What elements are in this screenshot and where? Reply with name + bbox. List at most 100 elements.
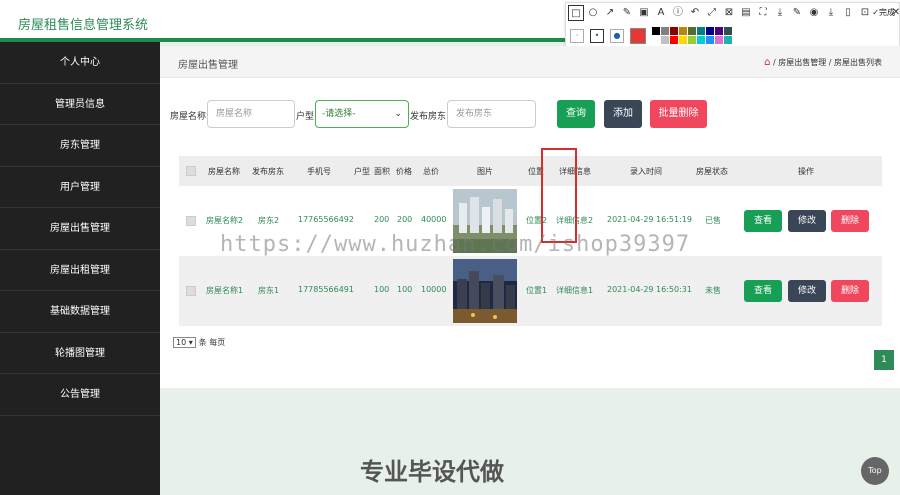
col-header: 面积 — [374, 167, 390, 176]
back-to-top-button[interactable]: Top — [861, 457, 889, 485]
color-swatch[interactable] — [724, 36, 732, 44]
breadcrumb: ⌂ / 房屋出售管理 / 房屋出售列表 — [764, 57, 882, 68]
fullscreen-icon[interactable]: ⛶ — [755, 5, 771, 21]
ellipse-icon[interactable]: ○ — [585, 5, 601, 21]
record-icon[interactable]: ◉ — [806, 5, 822, 21]
color-swatch[interactable] — [688, 27, 696, 35]
page-size-value: 10 — [176, 338, 187, 347]
crop-icon[interactable]: ⊠ — [721, 5, 737, 21]
batch-delete-button[interactable]: 批量删除 — [650, 100, 707, 128]
current-color-swatch[interactable] — [630, 27, 646, 44]
color-swatch[interactable] — [715, 27, 723, 35]
col-header: 手机号 — [307, 167, 331, 176]
done-button[interactable]: ✓完成 — [872, 7, 895, 18]
pagination: 10 ▾ 条 每页 — [173, 337, 225, 348]
pen-icon[interactable]: ✎ — [619, 5, 635, 21]
color-swatch[interactable] — [724, 27, 732, 35]
brush-medium-icon[interactable]: • — [590, 28, 604, 43]
page-size-select[interactable]: 10 ▾ — [173, 337, 196, 348]
col-header: 房屋状态 — [696, 167, 728, 176]
sidebar-item-profile[interactable]: 个人中心 — [0, 42, 160, 84]
info-icon[interactable]: ⓘ — [670, 5, 686, 21]
view-button[interactable]: 查看 — [744, 210, 782, 232]
undo-icon[interactable]: ↶ — [687, 5, 703, 21]
brush-small-icon[interactable]: · — [570, 28, 584, 43]
type-label: 户型 — [296, 112, 315, 122]
select-all-checkbox[interactable] — [186, 166, 196, 176]
pin-icon[interactable]: ⤢ — [704, 5, 720, 21]
delete-button[interactable]: 删除 — [831, 210, 869, 232]
color-swatch[interactable] — [652, 27, 660, 35]
sidebar-item-admin[interactable]: 管理员信息 — [0, 84, 160, 125]
total-price: 10000 — [421, 285, 447, 294]
mosaic-icon[interactable]: ▣ — [636, 5, 652, 21]
color-swatch[interactable] — [679, 36, 687, 44]
col-header: 户型 — [354, 167, 370, 176]
copy-icon[interactable]: ⊡ — [857, 5, 873, 21]
sidebar-item-carousel[interactable]: 轮播图管理 — [0, 333, 160, 374]
color-swatch[interactable] — [679, 27, 687, 35]
col-header: 价格 — [396, 167, 412, 176]
delete-button[interactable]: 删除 — [831, 280, 869, 302]
landlord-input[interactable]: 发布房东 — [447, 100, 536, 128]
download-icon[interactable]: ⤓ — [772, 5, 788, 21]
landlord: 房东2 — [258, 216, 280, 225]
sidebar-item-notice[interactable]: 公告管理 — [0, 374, 160, 416]
color-swatch[interactable] — [697, 36, 705, 44]
sidebar-item-house-rent[interactable]: 房屋出租管理 — [0, 250, 160, 291]
total-price: 40000 — [421, 215, 447, 224]
color-swatch[interactable] — [706, 27, 714, 35]
row-checkbox[interactable] — [186, 216, 196, 226]
color-swatch[interactable] — [706, 36, 714, 44]
entry-time: 2021-04-29 16:51:19 — [607, 215, 692, 224]
name-label: 房屋名称 — [170, 112, 207, 122]
color-swatch[interactable] — [670, 36, 678, 44]
chevron-down-icon: ⌄ — [394, 109, 402, 119]
color-swatch[interactable] — [688, 36, 696, 44]
color-swatch[interactable] — [697, 27, 705, 35]
row-checkbox[interactable] — [186, 286, 196, 296]
color-swatch[interactable] — [661, 36, 669, 44]
save-icon[interactable]: ⤓ — [823, 5, 839, 21]
color-swatch[interactable] — [652, 36, 660, 44]
color-swatch[interactable] — [715, 36, 723, 44]
edit-button[interactable]: 修改 — [788, 280, 826, 302]
color-swatch[interactable] — [670, 27, 678, 35]
arrow-icon[interactable]: ↗ — [602, 5, 618, 21]
house-name: 房屋名称1 — [206, 286, 244, 295]
page-number-button[interactable]: 1 — [874, 350, 894, 370]
edit-icon[interactable]: ✎ — [789, 5, 805, 21]
house-photo[interactable] — [453, 259, 517, 323]
col-header: 图片 — [477, 167, 493, 176]
text-icon[interactable]: A — [653, 5, 669, 21]
breadcrumb-bar: 房屋出售管理 ⌂ / 房屋出售管理 / 房屋出售列表 — [160, 46, 900, 78]
phone-icon[interactable]: ▯ — [840, 5, 856, 21]
phone: 17785566491 — [298, 285, 354, 294]
color-swatch[interactable] — [661, 27, 669, 35]
house-type-select[interactable]: -请选择- ⌄ — [315, 100, 409, 128]
home-icon[interactable]: ⌂ — [764, 57, 770, 68]
color-palette — [652, 27, 732, 44]
col-header: 发布房东 — [252, 167, 284, 176]
brush-large-icon[interactable]: ● — [610, 28, 624, 43]
add-button[interactable]: 添加 — [604, 100, 642, 128]
breadcrumb-item[interactable]: 房屋出售管理 — [778, 58, 826, 67]
table-row: 房屋名称1 房东1 17785566491 100 100 10000 位置1 … — [179, 256, 882, 326]
sidebar-item-users[interactable]: 用户管理 — [0, 167, 160, 208]
ocr-icon[interactable]: ▤ — [738, 5, 754, 21]
query-button[interactable]: 查询 — [557, 100, 595, 128]
view-button[interactable]: 查看 — [744, 280, 782, 302]
edit-button[interactable]: 修改 — [788, 210, 826, 232]
sale-status: 已售 — [705, 216, 721, 225]
area: 100 — [374, 285, 390, 294]
sidebar-item-house-sale[interactable]: 房屋出售管理 — [0, 208, 160, 250]
rectangle-icon[interactable]: □ — [568, 5, 584, 21]
sidebar-item-landlord[interactable]: 房东管理 — [0, 125, 160, 167]
col-header: 录入时间 — [630, 167, 662, 176]
col-header: 操作 — [798, 167, 814, 176]
house-name-input[interactable]: 房屋名称 — [207, 100, 295, 128]
location: 位置1 — [526, 286, 548, 295]
col-header: 总价 — [423, 167, 439, 176]
area: 200 — [374, 215, 390, 224]
sidebar-item-base-data[interactable]: 基础数据管理 — [0, 291, 160, 333]
